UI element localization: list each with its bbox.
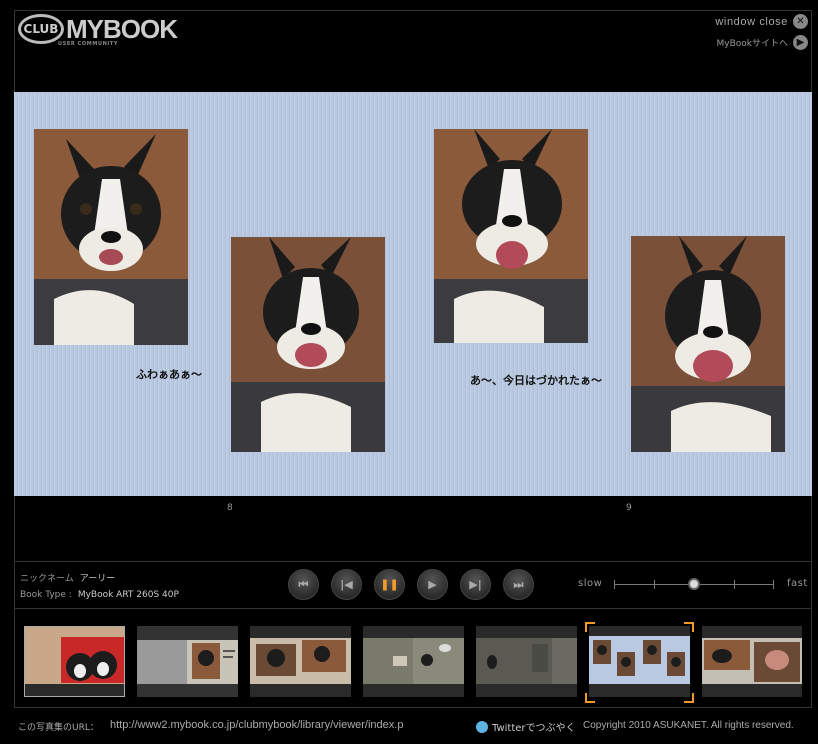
window-close-link[interactable]: window close ✕ [715,14,808,29]
last-icon: ⏭ [513,577,524,591]
thumbnail-image [25,627,124,696]
selection-corner [684,693,694,703]
nickname-label: ニックネーム [20,574,74,584]
selection-corner [684,622,694,632]
first-page-button[interactable]: ⏮ [288,569,319,600]
speed-fast-label: fast [787,578,808,589]
top-links: window close ✕ MyBookサイトへ ▶ [715,14,808,50]
thumbnail-image [363,626,464,697]
thumbnail-image [476,626,577,697]
mybook-site-link[interactable]: MyBookサイトへ ▶ [715,35,808,50]
twitter-link[interactable]: Twitterでつぶやく [476,719,576,734]
speed-slider[interactable] [614,578,774,590]
mybook-site-label[interactable]: MyBookサイトへ [717,36,789,49]
twitter-icon [476,720,488,733]
clubmybook-logo[interactable]: CLUB MYBOOK USER COMMUNITY [18,12,178,47]
pause-button[interactable]: ❚❚ [374,569,405,600]
divider-top [14,561,812,562]
slider-tick [734,580,735,589]
book-info: ニックネーム アーリー Book Type : MyBook ART 260S 40… [20,571,179,603]
slider-tick [654,580,655,589]
logo-mybook-text: MYBOOK [66,13,178,44]
logo-club-mark: CLUB [18,14,64,44]
speed-slow-label: slow [578,578,603,589]
page-number-right: 9 [626,503,632,513]
pause-icon: ❚❚ [380,578,399,591]
thumbnail-page[interactable] [476,626,577,697]
slider-tick [773,580,774,589]
play-icon: ▶ [428,578,437,591]
photo-dog-2 [231,237,385,452]
twitter-label[interactable]: Twitterでつぶやく [492,719,576,734]
nickname-value: アーリー [79,574,116,584]
booktype-value: MyBook ART 260S 40P [77,590,179,600]
photo-dog-4 [631,236,785,452]
photo-dog-1 [34,129,188,345]
thumbnail-strip [24,622,810,703]
playback-controls: ⏮ |◀ ❚❚ ▶ ▶| ⏭ [288,569,534,600]
booktype-label: Book Type : [20,590,72,600]
thumbnail-page[interactable] [24,626,125,697]
copyright: Copyright 2010 ASUKANET. All rights rese… [583,720,794,731]
caption-left: ふわぁあぁ〜 [136,368,202,381]
play-button[interactable]: ▶ [417,569,448,600]
thumbnail-page[interactable] [363,626,464,697]
photo-dog-3 [434,129,588,343]
divider-bottom [14,608,812,609]
last-page-button[interactable]: ⏭ [503,569,534,600]
booktype-row: Book Type : MyBook ART 260S 40P [20,587,179,603]
book-spread: ふわぁあぁ〜 あ〜、今日はづかれたぁ〜 [14,92,812,496]
url-value[interactable]: http://www2.mybook.co.jp/clubmybook/libr… [110,719,456,731]
prev-icon: |◀ [340,578,353,591]
slider-tick [614,580,615,589]
thumbnail-page[interactable] [250,626,351,697]
nickname-row: ニックネーム アーリー [20,571,179,587]
page-number-left: 8 [227,503,233,513]
next-page-button[interactable]: ▶| [460,569,491,600]
thumbnail-page[interactable] [702,626,802,697]
play-icon[interactable]: ▶ [793,35,808,50]
url-label: この写真集のURL： [18,723,99,733]
first-icon: ⏮ [298,577,309,591]
thumbnail-page[interactable] [137,626,238,697]
speed-slider-knob[interactable] [688,578,700,590]
caption-right: あ〜、今日はづかれたぁ〜 [470,374,602,387]
thumbnail-image [250,626,351,697]
selection-corner [585,693,595,703]
window-close-label[interactable]: window close [715,16,788,28]
prev-page-button[interactable]: |◀ [331,569,362,600]
thumbnail-image [137,626,238,697]
selection-corner [585,622,595,632]
thumbnail-page-current[interactable] [589,626,690,697]
next-icon: ▶| [469,578,482,591]
thumbnail-image [702,626,802,697]
close-icon[interactable]: ✕ [793,14,808,29]
thumbnail-image [589,626,690,697]
logo-subtitle: USER COMMUNITY [58,41,119,47]
